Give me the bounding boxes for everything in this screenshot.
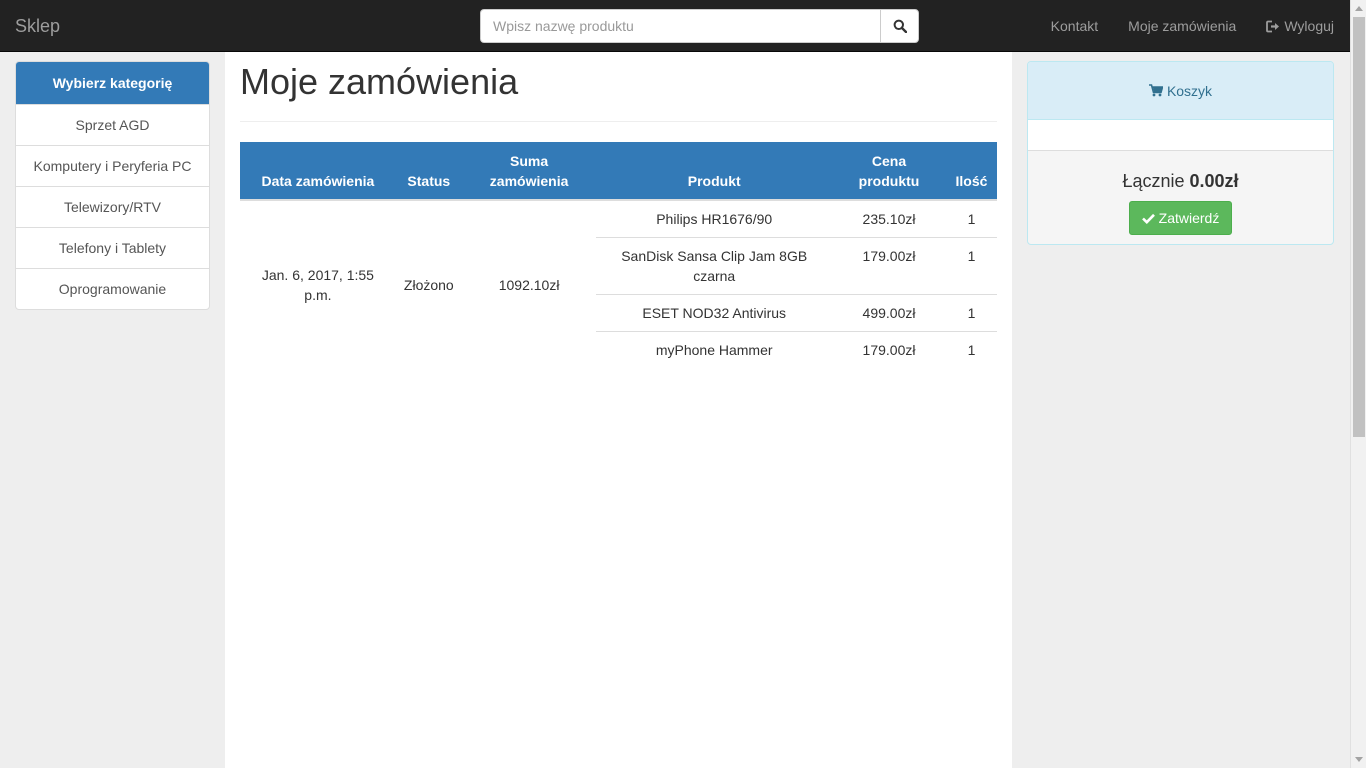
- sidebar-item-software[interactable]: Oprogramowanie: [16, 268, 209, 309]
- nav-my-orders-label: Moje zamówienia: [1128, 18, 1237, 34]
- cart-total: Łącznie 0.00zł: [1028, 170, 1333, 192]
- cart-total-value: 0.00zł: [1189, 171, 1239, 191]
- checkmark-icon: [1141, 213, 1155, 224]
- sidebar-item-computers[interactable]: Komputery i Peryferia PC: [16, 145, 209, 186]
- order-total-cell: 1092.10zł: [498, 276, 560, 293]
- page-scrollbar[interactable]: [1350, 0, 1366, 768]
- cart-header[interactable]: Koszyk: [1028, 62, 1333, 120]
- nav-my-orders-link[interactable]: Moje zamówienia: [1128, 18, 1236, 34]
- confirm-button[interactable]: Zatwierdź: [1128, 201, 1233, 235]
- price-cell: 179.00zł: [832, 237, 946, 295]
- product-cell: SanDisk Sansa Clip Jam 8GB czarna: [596, 237, 833, 295]
- cart-footer: Łącznie 0.00zł Zatwierdź: [1028, 151, 1333, 244]
- order-status-cell: Złożono: [403, 276, 454, 293]
- col-header-price: Cena produktu: [832, 142, 946, 201]
- order-date-cell: Jan. 6, 2017, 1:55 p.m.: [261, 266, 374, 303]
- product-cell: myPhone Hammer: [596, 331, 833, 368]
- col-header-status: Status: [395, 142, 462, 201]
- confirm-button-label: Zatwierdź: [1158, 210, 1220, 226]
- price-cell: 499.00zł: [832, 294, 946, 332]
- logout-icon: [1266, 20, 1280, 32]
- table-row: Jan. 6, 2017, 1:55 p.m. Złożono 1092.10z…: [240, 200, 997, 303]
- nav-contact-link[interactable]: Kontakt: [1051, 18, 1098, 34]
- sidebar-item-tv[interactable]: Telewizory/RTV: [16, 186, 209, 227]
- qty-cell: 1: [945, 294, 997, 332]
- qty-cell: 1: [967, 211, 976, 227]
- scroll-thumb[interactable]: [1353, 17, 1365, 437]
- top-navbar: Sklep Kontakt Moje zamówienia Wyloguj: [0, 0, 1350, 52]
- search-icon: [893, 19, 907, 33]
- nav-links: Kontakt Moje zamówienia Wyloguj: [1021, 0, 1334, 52]
- qty-cell: 1: [945, 331, 997, 368]
- search-form: [480, 9, 919, 43]
- cart-panel: Koszyk Łącznie 0.00zł Zatwierdź: [1027, 61, 1334, 245]
- table-header-row: Data zamówienia Status Suma zamówienia P…: [240, 142, 997, 201]
- sidebar-item-phones[interactable]: Telefony i Tablety: [16, 227, 209, 268]
- sidebar-header: Wybierz kategorię: [16, 62, 209, 104]
- shopping-cart-icon: [1148, 84, 1163, 97]
- search-button[interactable]: [880, 9, 919, 43]
- page-title: Moje zamówienia: [240, 61, 519, 102]
- col-header-product: Produkt: [596, 142, 833, 201]
- product-cell: ESET NOD32 Antivirus: [596, 294, 833, 332]
- product-cell: Philips HR1676/90: [656, 211, 773, 227]
- col-header-sum: Suma zamówienia: [461, 142, 597, 201]
- scroll-up-arrow-icon[interactable]: [1355, 6, 1363, 11]
- col-header-qty: Ilość: [945, 142, 997, 201]
- nav-logout-label: Wyloguj: [1284, 18, 1334, 34]
- search-input[interactable]: [480, 9, 880, 43]
- title-divider: [240, 121, 997, 122]
- price-cell: 235.10zł: [862, 211, 916, 227]
- price-cell: 179.00zł: [832, 331, 946, 368]
- main-content: Moje zamówienia Data zamówienia Status S…: [225, 52, 1012, 768]
- orders-table: Data zamówienia Status Suma zamówienia P…: [240, 142, 997, 368]
- brand-link[interactable]: Sklep: [15, 15, 60, 37]
- nav-contact-label: Kontakt: [1050, 18, 1099, 34]
- nav-logout-link[interactable]: Wyloguj: [1266, 18, 1334, 34]
- scroll-down-arrow-icon[interactable]: [1355, 757, 1363, 762]
- cart-total-label: Łącznie: [1122, 171, 1185, 191]
- sidebar-item-agd[interactable]: Sprzet AGD: [16, 104, 209, 145]
- cart-items-list: [1028, 120, 1333, 151]
- cart-title: Koszyk: [1166, 82, 1213, 99]
- col-header-date: Data zamówienia: [240, 142, 396, 201]
- category-sidebar: Wybierz kategorię Sprzet AGD Komputery i…: [15, 61, 210, 310]
- qty-cell: 1: [945, 237, 997, 295]
